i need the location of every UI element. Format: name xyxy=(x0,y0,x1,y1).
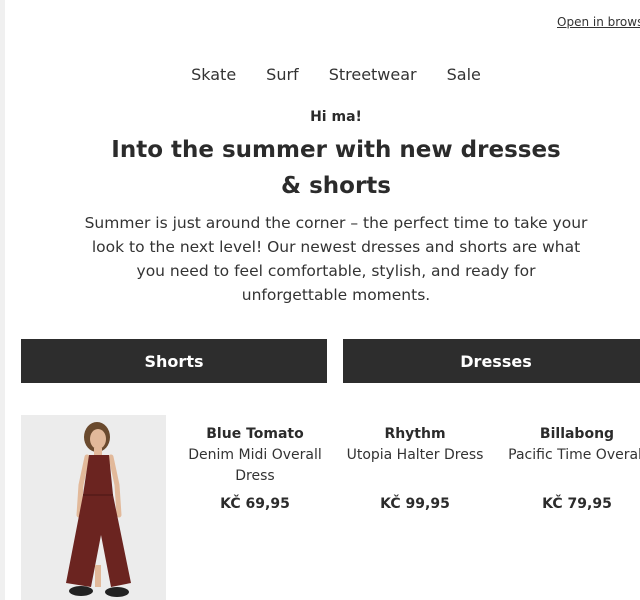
window-left-edge xyxy=(0,0,5,600)
product-price: KČ 99,95 xyxy=(380,496,450,512)
product-name: Utopia Halter Dress xyxy=(346,447,484,463)
nav-item-skate[interactable]: Skate xyxy=(191,65,236,84)
product-price: KČ 69,95 xyxy=(220,496,290,512)
product-image[interactable] xyxy=(21,415,166,600)
product-name: Pacific Time Overall xyxy=(508,447,640,463)
product-brand: Billabong xyxy=(539,426,615,442)
nav-item-sale[interactable]: Sale xyxy=(447,65,481,84)
greeting: Hi ma! xyxy=(310,109,362,125)
product-card-2[interactable]: Rhythm Utopia Halter Dress xyxy=(335,425,495,466)
dresses-button[interactable]: Dresses xyxy=(343,339,640,383)
product-price: KČ 79,95 xyxy=(542,496,612,512)
model-in-dress-image xyxy=(21,415,166,600)
open-in-browser-link[interactable]: Open in browser xyxy=(557,15,640,29)
headline: Into the summer with new dresses & short… xyxy=(111,137,561,199)
nav-item-streetwear[interactable]: Streetwear xyxy=(329,65,417,84)
intro-text: Summer is just around the corner – the p… xyxy=(84,214,588,304)
main-nav: Skate Surf Streetwear Sale xyxy=(0,65,640,84)
product-brand: Rhythm xyxy=(384,426,446,442)
product-brand: Blue Tomato xyxy=(206,426,304,442)
shorts-button[interactable]: Shorts xyxy=(21,339,327,383)
product-name: Denim Midi Overall Dress xyxy=(188,447,322,484)
product-card-1[interactable]: Blue Tomato Denim Midi Overall Dress xyxy=(175,425,335,487)
product-card-3[interactable]: Billabong Pacific Time Overall xyxy=(497,425,640,466)
nav-item-surf[interactable]: Surf xyxy=(266,65,299,84)
